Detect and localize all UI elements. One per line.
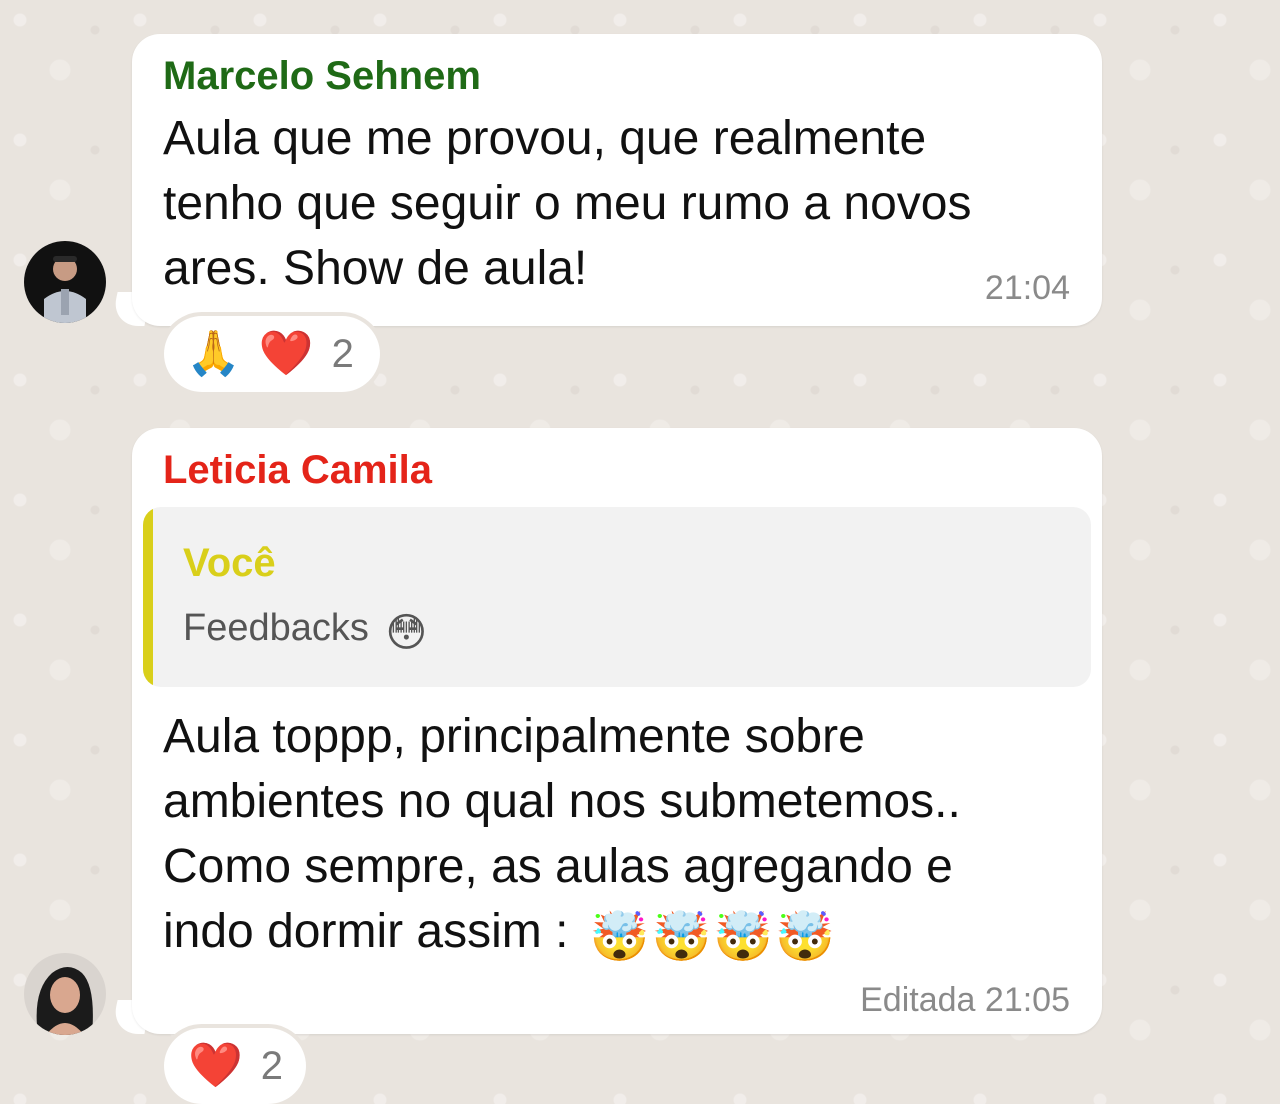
sender-name: Leticia Camila: [163, 448, 433, 492]
quote-text: Feedbacks: [183, 607, 369, 649]
reaction-count: 2: [331, 331, 354, 376]
person-photo-icon: [24, 953, 106, 1035]
message-line-with-emojis: indo dormir assim : 🤯🤯🤯🤯: [163, 899, 837, 964]
message-line: ambientes no qual nos submetemos..: [163, 775, 961, 828]
quoted-message[interactable]: Você Feedbacks 😳: [143, 507, 1091, 687]
person-photo-icon: [24, 241, 106, 323]
quote-text-row: Feedbacks 😳: [183, 606, 427, 657]
message-line: tenho que seguir o meu rumo a novos: [163, 177, 972, 230]
flushed-face-emoji: 😳: [385, 611, 428, 655]
sender-name: Marcelo Sehnem: [163, 54, 481, 98]
praying-hands-reaction: 🙏: [186, 329, 241, 378]
message-line: Aula que me provou, que realmente: [163, 112, 927, 165]
reaction-count: 2: [260, 1043, 284, 1088]
red-heart-reaction: ❤️: [188, 1041, 243, 1090]
red-heart-reaction: ❤️: [258, 329, 314, 378]
reactions-pill[interactable]: 🙏 ❤️ 2: [164, 316, 380, 392]
avatar-marcelo-sehnem[interactable]: [24, 241, 106, 323]
message-bubble-leticia[interactable]: Leticia Camila Você Feedbacks 😳 Aula top…: [132, 428, 1102, 1034]
message-line: Como sempre, as aulas agregando e: [163, 840, 953, 893]
message-line: indo dormir assim :: [163, 905, 569, 958]
avatar-leticia-camila[interactable]: [24, 953, 106, 1035]
message-meta: Editada 21:05: [860, 980, 1070, 1020]
message-line: ares. Show de aula!: [163, 242, 588, 295]
quote-accent-bar: [143, 507, 153, 687]
message-line: Aula toppp, principalmente sobre: [163, 710, 865, 763]
edited-label: Editada: [860, 981, 976, 1019]
message-time: 21:04: [984, 269, 1070, 307]
message-time: 21:05: [984, 981, 1070, 1019]
message-bubble-marcelo[interactable]: Marcelo Sehnem Aula que me provou, que r…: [132, 34, 1102, 326]
quote-author: Você: [183, 541, 276, 585]
reactions-pill[interactable]: ❤️ 2: [164, 1028, 306, 1104]
exploding-head-emojis: 🤯🤯🤯🤯: [589, 911, 837, 964]
